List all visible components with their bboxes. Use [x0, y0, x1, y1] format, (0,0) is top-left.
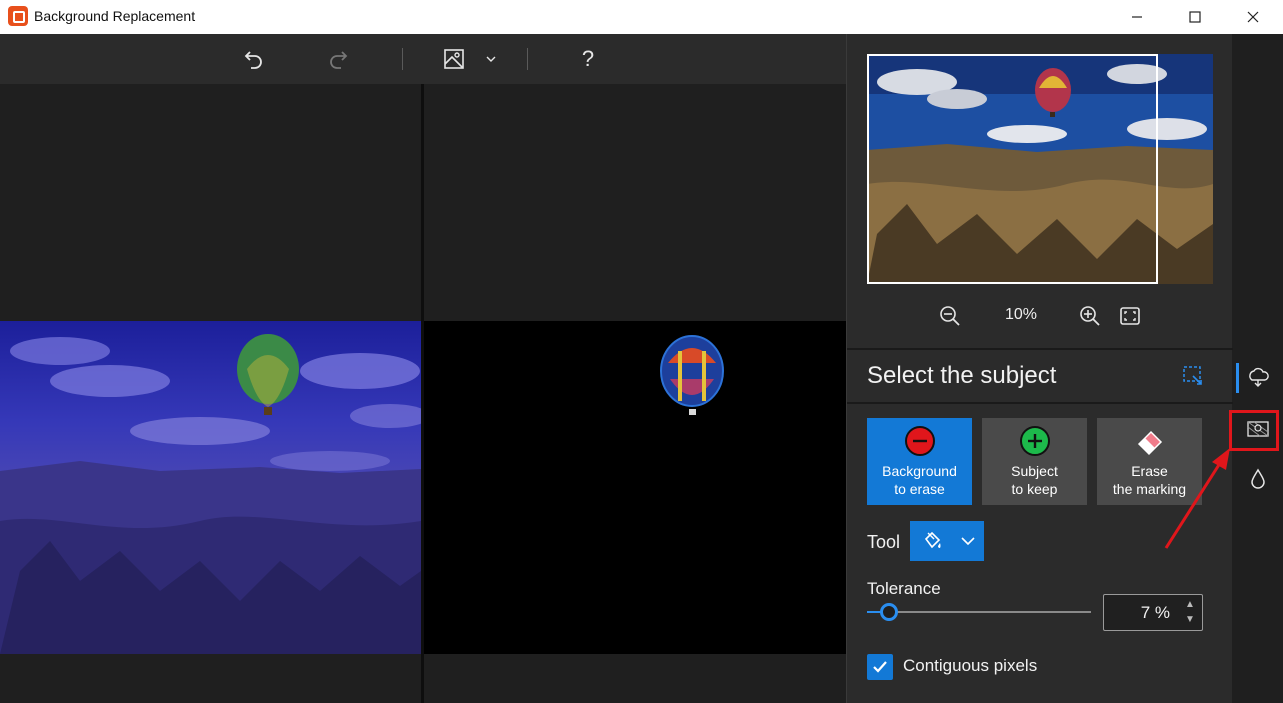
zoom-out-button[interactable]	[936, 302, 964, 330]
contiguous-label: Contiguous pixels	[903, 656, 1038, 675]
section-divider	[847, 402, 1233, 404]
zoom-controls: 10%	[847, 298, 1233, 334]
mode-label: Subject to keep	[1011, 463, 1058, 497]
minimize-button[interactable]	[1108, 0, 1166, 34]
checkmark-icon	[873, 661, 887, 673]
spin-up-icon[interactable]: ▲	[1184, 599, 1196, 611]
canvas-area	[0, 84, 846, 703]
panel-title: Select the subject	[867, 362, 1057, 389]
zoom-in-icon	[1080, 306, 1100, 326]
rail-water-drop-button[interactable]	[1241, 462, 1275, 496]
minus-circle-icon	[905, 426, 935, 456]
original-image-preview[interactable]	[0, 321, 421, 654]
auto-select-icon	[1183, 366, 1202, 385]
fit-screen-button[interactable]	[1116, 302, 1144, 330]
result-image-preview[interactable]	[424, 321, 846, 654]
editor-toolbar: ?	[0, 34, 846, 84]
section-divider	[847, 348, 1233, 350]
tool-label: Tool	[867, 532, 901, 552]
tolerance-slider-track[interactable]	[867, 611, 1091, 613]
viewport-frame[interactable]	[867, 54, 1158, 284]
mode-label: Background to erase	[882, 463, 957, 497]
image-view-button[interactable]	[438, 44, 470, 74]
chevron-down-icon	[961, 537, 975, 546]
tolerance-input[interactable]: 7 % ▲ ▼	[1103, 594, 1203, 631]
navigator-preview[interactable]	[867, 54, 1213, 284]
image-view-icon	[444, 49, 464, 69]
zoom-out-icon	[940, 306, 960, 326]
help-button[interactable]: ?	[572, 44, 604, 74]
fit-screen-icon	[1120, 307, 1140, 325]
tool-dropdown[interactable]	[910, 521, 984, 561]
side-panel: 10% Select the subject Background to era…	[846, 34, 1233, 703]
close-button[interactable]	[1224, 0, 1282, 34]
undo-icon	[244, 51, 262, 69]
active-rail-indicator	[1236, 363, 1239, 393]
redo-icon	[330, 51, 348, 69]
toolbar-divider	[402, 48, 403, 70]
view-dropdown-button[interactable]	[476, 44, 506, 74]
chevron-down-icon	[486, 56, 496, 62]
tolerance-value: 7 %	[1140, 603, 1170, 622]
auto-select-button[interactable]	[1181, 364, 1205, 388]
tolerance-label: Tolerance	[867, 579, 941, 598]
water-drop-icon	[1251, 468, 1265, 489]
plus-circle-icon	[1020, 426, 1050, 456]
contiguous-checkbox[interactable]	[867, 654, 893, 680]
rail-select-subject-button[interactable]	[1241, 361, 1275, 395]
annotation-arrow	[1164, 448, 1230, 549]
redo-button[interactable]	[322, 44, 354, 74]
select-subject-icon	[1249, 367, 1269, 387]
right-rail	[1233, 34, 1283, 703]
window-title: Background Replacement	[34, 8, 196, 24]
zoom-in-button[interactable]	[1076, 302, 1104, 330]
app-icon	[8, 6, 28, 26]
toolbar-divider	[527, 48, 528, 70]
paint-bucket-icon	[924, 531, 941, 549]
maximize-button[interactable]	[1166, 0, 1224, 34]
spin-down-icon[interactable]: ▼	[1184, 614, 1196, 626]
zoom-level: 10%	[1004, 306, 1038, 323]
background-to-erase-button[interactable]: Background to erase	[867, 418, 972, 505]
undo-button[interactable]	[238, 44, 270, 74]
title-bar: Background Replacement	[0, 0, 1283, 34]
tolerance-slider-thumb[interactable]	[880, 603, 898, 621]
subject-to-keep-button[interactable]: Subject to keep	[982, 418, 1087, 505]
